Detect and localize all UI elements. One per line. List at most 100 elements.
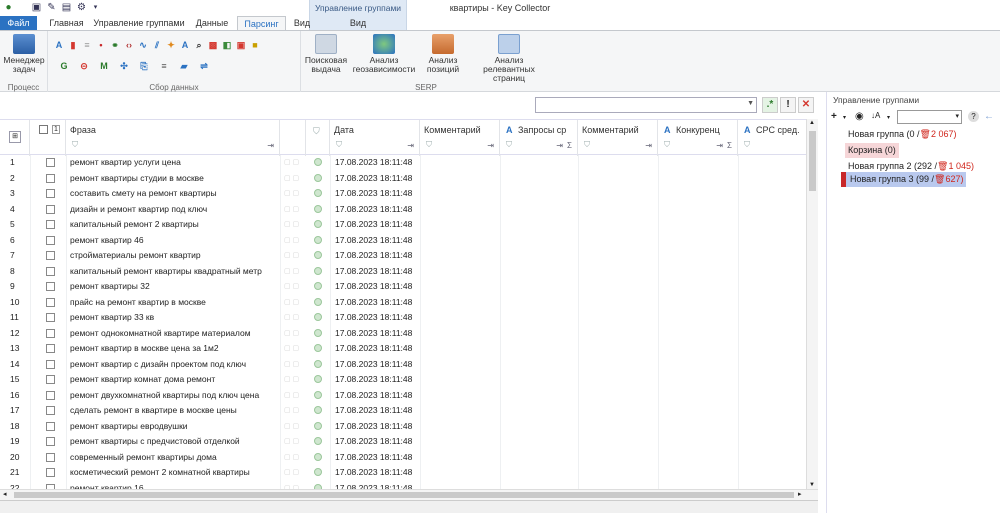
sort-icon[interactable]: ↓A: [871, 111, 880, 120]
chevron-down-icon[interactable]: ▾: [843, 114, 846, 121]
phrase-cell[interactable]: прайс на ремонт квартир в москве: [70, 297, 206, 307]
filter-icon[interactable]: ⛉: [313, 126, 320, 137]
ad-icon[interactable]: ■: [250, 40, 260, 50]
row-checkbox[interactable]: [46, 468, 55, 477]
eye-icon[interactable]: ◉: [855, 111, 864, 122]
task-manager-button[interactable]: Менеджер задач: [3, 34, 45, 74]
pin-icon[interactable]: ⇥: [267, 141, 274, 150]
scroll-down-icon[interactable]: ▼: [809, 482, 815, 488]
horizontal-scrollbar[interactable]: ◂ ▸: [0, 489, 818, 500]
row-checkbox[interactable]: [46, 204, 55, 214]
row-checkbox[interactable]: [46, 235, 55, 245]
table-row[interactable]: 9 ремонт квартиры 32 ▢ ▢ 17.08.2023 18:11:4…: [0, 279, 806, 295]
vertical-scrollbar[interactable]: ▲ ▼: [806, 119, 818, 489]
list-icon[interactable]: ≡: [82, 40, 92, 50]
chevron-down-icon[interactable]: ▾: [887, 114, 890, 121]
tab-home[interactable]: Главная: [44, 16, 89, 30]
row-checkbox[interactable]: [46, 173, 55, 183]
sort-icon[interactable]: 1: [52, 125, 60, 134]
tab-view[interactable]: Вид: [288, 16, 316, 30]
table-row[interactable]: 16 ремонт двухкомнатной квартиры под ключ…: [0, 388, 806, 404]
add-group-icon[interactable]: +: [831, 111, 837, 122]
table-row[interactable]: 12 ремонт однокомнатной квартире материал…: [0, 326, 806, 342]
phrase-cell[interactable]: ремонт квартиры с предчистовой отделкой: [70, 436, 240, 446]
table-row[interactable]: 2 ремонт квартиры студии в москве ▢ ▢ 17.08…: [0, 171, 806, 187]
serp-results-button[interactable]: Поисковая выдача: [304, 34, 348, 74]
row-checkbox[interactable]: [46, 390, 55, 400]
pin-icon[interactable]: ⇥: [645, 141, 652, 150]
table-row[interactable]: 1 ремонт квартир услуги цена ▢ ▢ 17.08.2023…: [0, 155, 806, 171]
tab-parsing[interactable]: Парсинг: [237, 16, 286, 30]
header-requests[interactable]: A Запросы ср ⛉ ⇥ Σ: [500, 120, 578, 156]
close-icon[interactable]: ✕: [798, 97, 814, 113]
header-competition[interactable]: A Конкуренц ⛉ ⇥ Σ: [658, 120, 738, 156]
filter-combo[interactable]: ▼: [535, 97, 757, 113]
group-item[interactable]: Новая группа (0 /🗑2 067): [845, 127, 959, 142]
phrase-cell[interactable]: стройматериалы ремонт квартир: [70, 250, 201, 260]
table-row[interactable]: 10 прайс на ремонт квартир в москве ▢ ▢ 17.…: [0, 295, 806, 311]
position-analysis-button[interactable]: Анализ позиций: [421, 34, 465, 74]
mail-icon[interactable]: M: [99, 61, 109, 71]
code-icon[interactable]: ‹›: [124, 40, 134, 50]
tab-file[interactable]: Файл: [0, 16, 37, 30]
tool-icon[interactable]: ✦: [166, 40, 176, 50]
stop-icon[interactable]: ⊝: [79, 61, 89, 71]
wordstat-icon[interactable]: A: [180, 40, 190, 50]
link-icon[interactable]: ⚭: [110, 40, 120, 50]
pin-icon[interactable]: ⇥: [556, 141, 563, 150]
pin-icon[interactable]: ⇥: [487, 141, 494, 150]
phrase-cell[interactable]: дизайн и ремонт квартир под ключ: [70, 204, 207, 214]
table-row[interactable]: 13 ремонт квартир в москве цена за 1м2 ▢ ▢…: [0, 341, 806, 357]
phrase-cell[interactable]: ремонт квартир 33 кв: [70, 312, 154, 322]
phrase-cell[interactable]: ремонт квартир в москве цена за 1м2: [70, 343, 219, 353]
phrase-cell[interactable]: капитальный ремонт 2 квартиры: [70, 219, 199, 229]
row-checkbox[interactable]: [46, 359, 55, 369]
bar-chart-icon[interactable]: ▮: [68, 40, 78, 50]
chart-line-icon[interactable]: ⫽: [152, 40, 162, 50]
table-row[interactable]: 3 составить смету на ремонт квартиры ▢ ▢ 17…: [0, 186, 806, 202]
row-checkbox[interactable]: [46, 220, 55, 229]
tab-view-context[interactable]: Вид: [344, 16, 372, 30]
phrase-cell[interactable]: ремонт квартиры студии в москве: [70, 173, 204, 183]
phrase-cell[interactable]: ремонт квартир с дизайн проектом под клю…: [70, 359, 246, 369]
row-checkbox[interactable]: [46, 344, 55, 353]
groups-filter-combo[interactable]: ▾: [897, 110, 962, 124]
table-row[interactable]: 7 стройматериалы ремонт квартир ▢ ▢ 17.08.2…: [0, 248, 806, 264]
exclamation-button[interactable]: !: [780, 97, 796, 113]
group-item-selected[interactable]: Новая группа 3 (99 /🗑627): [841, 172, 967, 187]
table-row[interactable]: 4 дизайн и ремонт квартир под ключ ▢ ▢ 17.0…: [0, 202, 806, 218]
filter-icon[interactable]: ⛉: [744, 140, 750, 150]
row-checkbox[interactable]: [46, 452, 55, 462]
phrase-cell[interactable]: составить смету на ремонт квартиры: [70, 188, 217, 198]
doc-icon[interactable]: ▣: [236, 40, 246, 50]
sum-icon[interactable]: Σ: [727, 141, 732, 150]
table-row[interactable]: 5 капитальный ремонт 2 квартиры ▢ ▢ 17.08.2…: [0, 217, 806, 233]
pin-icon[interactable]: ⇥: [716, 141, 723, 150]
vertical-scroll-thumb[interactable]: [809, 131, 816, 191]
scroll-left-icon[interactable]: ◂: [3, 490, 7, 498]
car-icon[interactable]: ▰: [179, 61, 189, 71]
file-icon[interactable]: ⎘: [139, 61, 149, 71]
phrase-cell[interactable]: ремонт квартир 46: [70, 235, 144, 245]
transfer-icon[interactable]: ⇌: [199, 61, 209, 71]
row-checkbox[interactable]: [46, 297, 55, 307]
search-icon[interactable]: ⌕: [194, 40, 204, 50]
scroll-right-icon[interactable]: ▸: [798, 490, 802, 498]
help-icon[interactable]: ?: [968, 111, 979, 122]
dots-icon[interactable]: •: [96, 40, 106, 50]
phrase-cell[interactable]: сделать ремонт в квартире в москве цены: [70, 405, 237, 415]
table-row[interactable]: 19 ремонт квартиры с предчистовой отделко…: [0, 434, 806, 450]
yandex-wordstat-icon[interactable]: A: [54, 40, 64, 50]
google-icon[interactable]: G: [59, 61, 69, 71]
chart-icon[interactable]: ◧: [222, 40, 232, 50]
table-row[interactable]: 15 ремонт квартир комнат дома ремонт ▢ ▢ 17…: [0, 372, 806, 388]
row-checkbox[interactable]: [46, 251, 55, 260]
filter-icon[interactable]: ⛉: [664, 140, 670, 150]
phrase-cell[interactable]: косметический ремонт 2 комнатной квартир…: [70, 467, 250, 477]
phrase-cell[interactable]: ремонт двухкомнатной квартиры под ключ ц…: [70, 390, 259, 400]
filter-icon[interactable]: ⛉: [426, 140, 432, 150]
table-row[interactable]: 14 ремонт квартир с дизайн проектом под к…: [0, 357, 806, 373]
row-checkbox[interactable]: [46, 375, 55, 384]
filter-icon[interactable]: ⛉: [72, 140, 78, 150]
filter-icon[interactable]: ≡: [159, 61, 169, 71]
